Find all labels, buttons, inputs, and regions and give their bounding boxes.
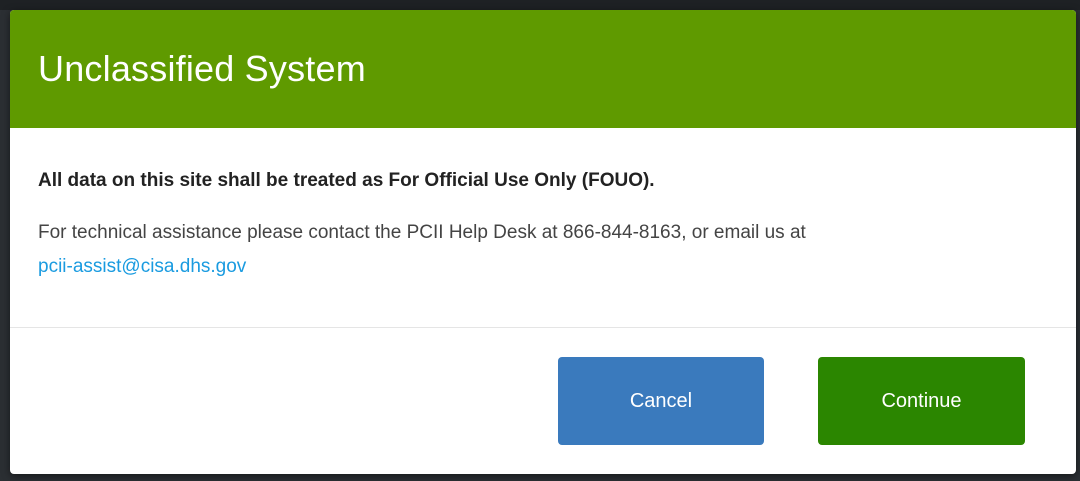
dialog-title: Unclassified System [38,48,366,89]
continue-button[interactable]: Continue [818,357,1025,445]
dialog-body: All data on this site shall be treated a… [10,128,1076,328]
fouo-notice: All data on this site shall be treated a… [38,170,655,191]
help-desk-text: For technical assistance please contact … [38,216,1058,284]
page-backdrop [0,0,1080,10]
help-desk-message: For technical assistance please contact … [38,222,806,243]
help-email-link[interactable]: pcii-assist@cisa.dhs.gov [38,256,246,277]
dialog-header: Unclassified System [10,10,1076,128]
dialog-footer: Cancel Continue [10,328,1076,473]
system-use-dialog: Unclassified System All data on this sit… [10,10,1076,474]
cancel-button[interactable]: Cancel [558,357,764,445]
